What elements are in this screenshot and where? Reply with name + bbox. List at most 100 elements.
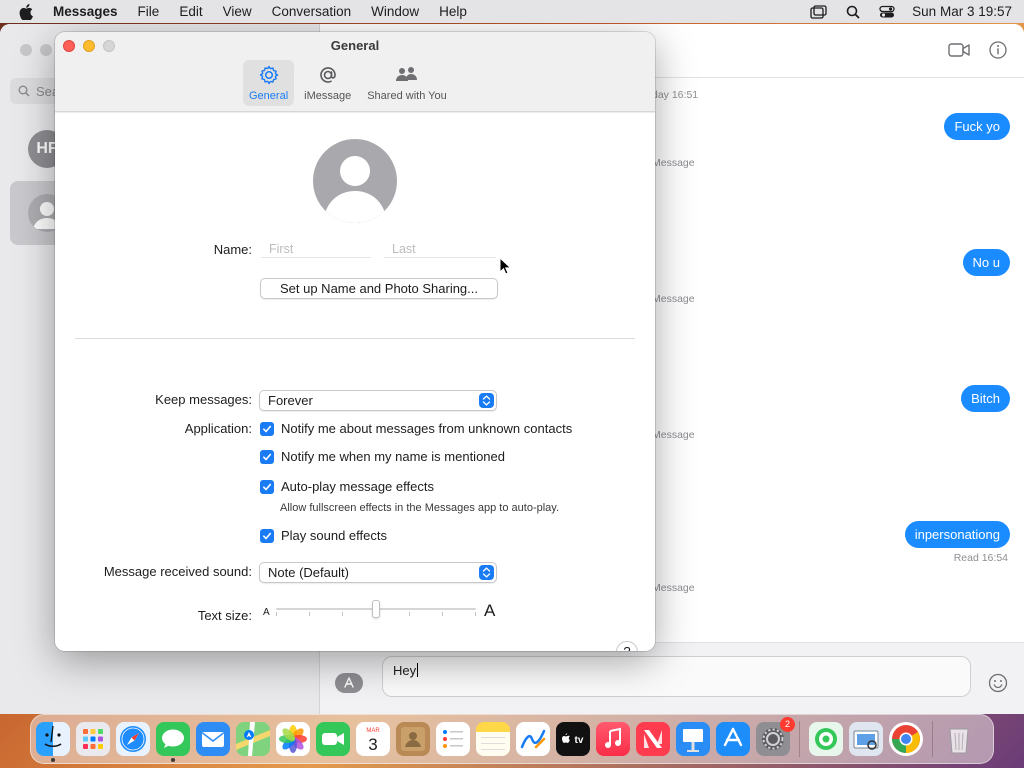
dock-launchpad-icon[interactable] (76, 722, 110, 756)
dock-music-icon[interactable] (596, 722, 630, 756)
dock-finder-icon[interactable] (36, 722, 70, 762)
apps-icon (344, 677, 354, 688)
tab-label: Shared with You (367, 90, 447, 102)
menu-window[interactable]: Window (371, 4, 419, 19)
dock-safari-icon[interactable] (116, 722, 150, 756)
checkmark-icon (260, 421, 274, 436)
emoji-icon[interactable] (988, 673, 1008, 693)
message-bubble-outgoing[interactable]: Bitch (961, 385, 1010, 412)
keep-messages-value: Forever (268, 393, 313, 408)
checkbox-label: Notify me about messages from unknown co… (281, 421, 573, 436)
spotlight-search-icon[interactable] (844, 5, 862, 19)
slider-knob[interactable] (372, 600, 380, 618)
calendar-day: 3 (368, 735, 377, 754)
dock-calendar-icon[interactable]: MAR 3 (356, 722, 390, 756)
menu-bar: Messages File Edit View Conversation Win… (0, 0, 1024, 23)
video-call-icon[interactable] (948, 42, 970, 58)
control-center-icon[interactable] (878, 5, 896, 19)
tab-label: iMessage (304, 90, 352, 102)
at-icon (315, 63, 341, 87)
menu-help[interactable]: Help (439, 4, 467, 19)
delivery-label: Message (652, 429, 695, 441)
tab-general[interactable]: General (243, 60, 295, 106)
search-icon (18, 85, 30, 97)
menu-app-name[interactable]: Messages (53, 4, 118, 19)
checkbox-autoplay-effects[interactable]: Auto-play message effects (260, 479, 434, 494)
calendar-month: MAR (366, 728, 380, 734)
slider-tick (309, 612, 310, 616)
running-indicator (171, 758, 175, 762)
screen-mirroring-icon[interactable] (810, 4, 828, 19)
dock-system-settings-icon[interactable]: 2 (756, 717, 795, 756)
dock-trash-icon[interactable] (942, 722, 976, 756)
menu-view[interactable]: View (223, 4, 252, 19)
text-size-large-label: A (484, 601, 496, 620)
dock-app-store-icon[interactable] (716, 722, 750, 756)
delivery-label: Message (652, 293, 695, 305)
dock-photos-icon[interactable] (276, 722, 310, 756)
settings-tabs: General iMessage Shared with You (243, 60, 453, 106)
text-caret (417, 663, 419, 677)
compose-bar: Hey (320, 642, 1024, 714)
dock-notes-icon[interactable] (476, 722, 510, 756)
minimize-button-inactive[interactable] (40, 44, 52, 56)
section-divider (75, 338, 635, 339)
help-button[interactable]: ? (616, 641, 638, 651)
message-bubble-outgoing[interactable]: inpersonationg (904, 521, 1010, 548)
dock-preview-icon[interactable] (849, 722, 883, 756)
slider-tick (475, 612, 476, 616)
dock-mail-icon[interactable] (196, 722, 230, 756)
setup-name-photo-button[interactable]: Set up Name and Photo Sharing... (260, 278, 498, 299)
checkbox-label: Auto-play message effects (281, 479, 434, 494)
menu-conversation[interactable]: Conversation (272, 4, 352, 19)
dock-tv-icon[interactable]: tv (556, 722, 590, 756)
dock: MAR 3 tv 2 (30, 714, 994, 764)
menu-clock[interactable]: Sun Mar 3 19:57 (912, 4, 1012, 19)
checkbox-sound-effects[interactable]: Play sound effects (260, 528, 387, 543)
last-name-field[interactable]: Last (384, 240, 496, 258)
delivery-label: Message (652, 157, 695, 169)
close-button-inactive[interactable] (20, 44, 32, 56)
message-bubble-outgoing[interactable]: No u (962, 249, 1010, 276)
dock-find-my-icon[interactable] (809, 722, 843, 756)
settings-title: General (330, 38, 380, 53)
first-name-field[interactable]: First (261, 240, 371, 258)
delivery-label: Message (652, 582, 695, 594)
slider-tick (409, 612, 410, 616)
text-size-small-label: A (263, 607, 270, 618)
message-bubble-outgoing[interactable]: Fuck yo (944, 113, 1010, 140)
menu-edit[interactable]: Edit (179, 4, 202, 19)
dock-messages-icon[interactable] (156, 722, 190, 762)
tab-label: General (249, 90, 289, 102)
dock-reminders-icon[interactable] (436, 722, 470, 756)
profile-photo-person-icon[interactable] (313, 139, 397, 223)
keep-messages-popup[interactable]: Forever (259, 390, 497, 411)
checkbox-name-mentioned[interactable]: Notify me when my name is mentioned (260, 449, 505, 464)
received-sound-popup[interactable]: Note (Default) (259, 562, 497, 583)
message-input[interactable]: Hey (382, 656, 971, 697)
dock-contacts-icon[interactable] (396, 722, 430, 756)
dock-keynote-icon[interactable] (676, 722, 710, 756)
slider-tick (442, 612, 443, 616)
checkbox-unknown-contacts[interactable]: Notify me about messages from unknown co… (260, 421, 572, 436)
checkbox-label: Play sound effects (281, 528, 387, 543)
gear-icon (256, 63, 282, 87)
dock-separator (932, 721, 933, 757)
settings-general-pane: Name: First Last Set up Name and Photo S… (55, 113, 655, 651)
chevron-updown-icon (479, 565, 494, 580)
keep-messages-label: Keep messages: (155, 392, 252, 407)
dock-news-icon[interactable] (636, 722, 670, 756)
dock-maps-icon[interactable] (236, 722, 270, 756)
menu-file[interactable]: File (138, 4, 160, 19)
dock-facetime-icon[interactable] (316, 722, 350, 756)
dock-chrome-icon[interactable] (889, 722, 923, 756)
app-store-apps-button[interactable] (335, 673, 363, 693)
text-size-slider[interactable] (276, 597, 476, 621)
checkbox-label: Notify me when my name is mentioned (281, 449, 505, 464)
tv-label: tv (575, 735, 584, 746)
tab-imessage[interactable]: iMessage (298, 60, 357, 106)
tab-shared-with-you[interactable]: Shared with You (361, 60, 453, 106)
apple-menu-icon[interactable] (19, 3, 35, 20)
info-icon[interactable] (989, 41, 1007, 59)
dock-freeform-icon[interactable] (516, 722, 550, 756)
